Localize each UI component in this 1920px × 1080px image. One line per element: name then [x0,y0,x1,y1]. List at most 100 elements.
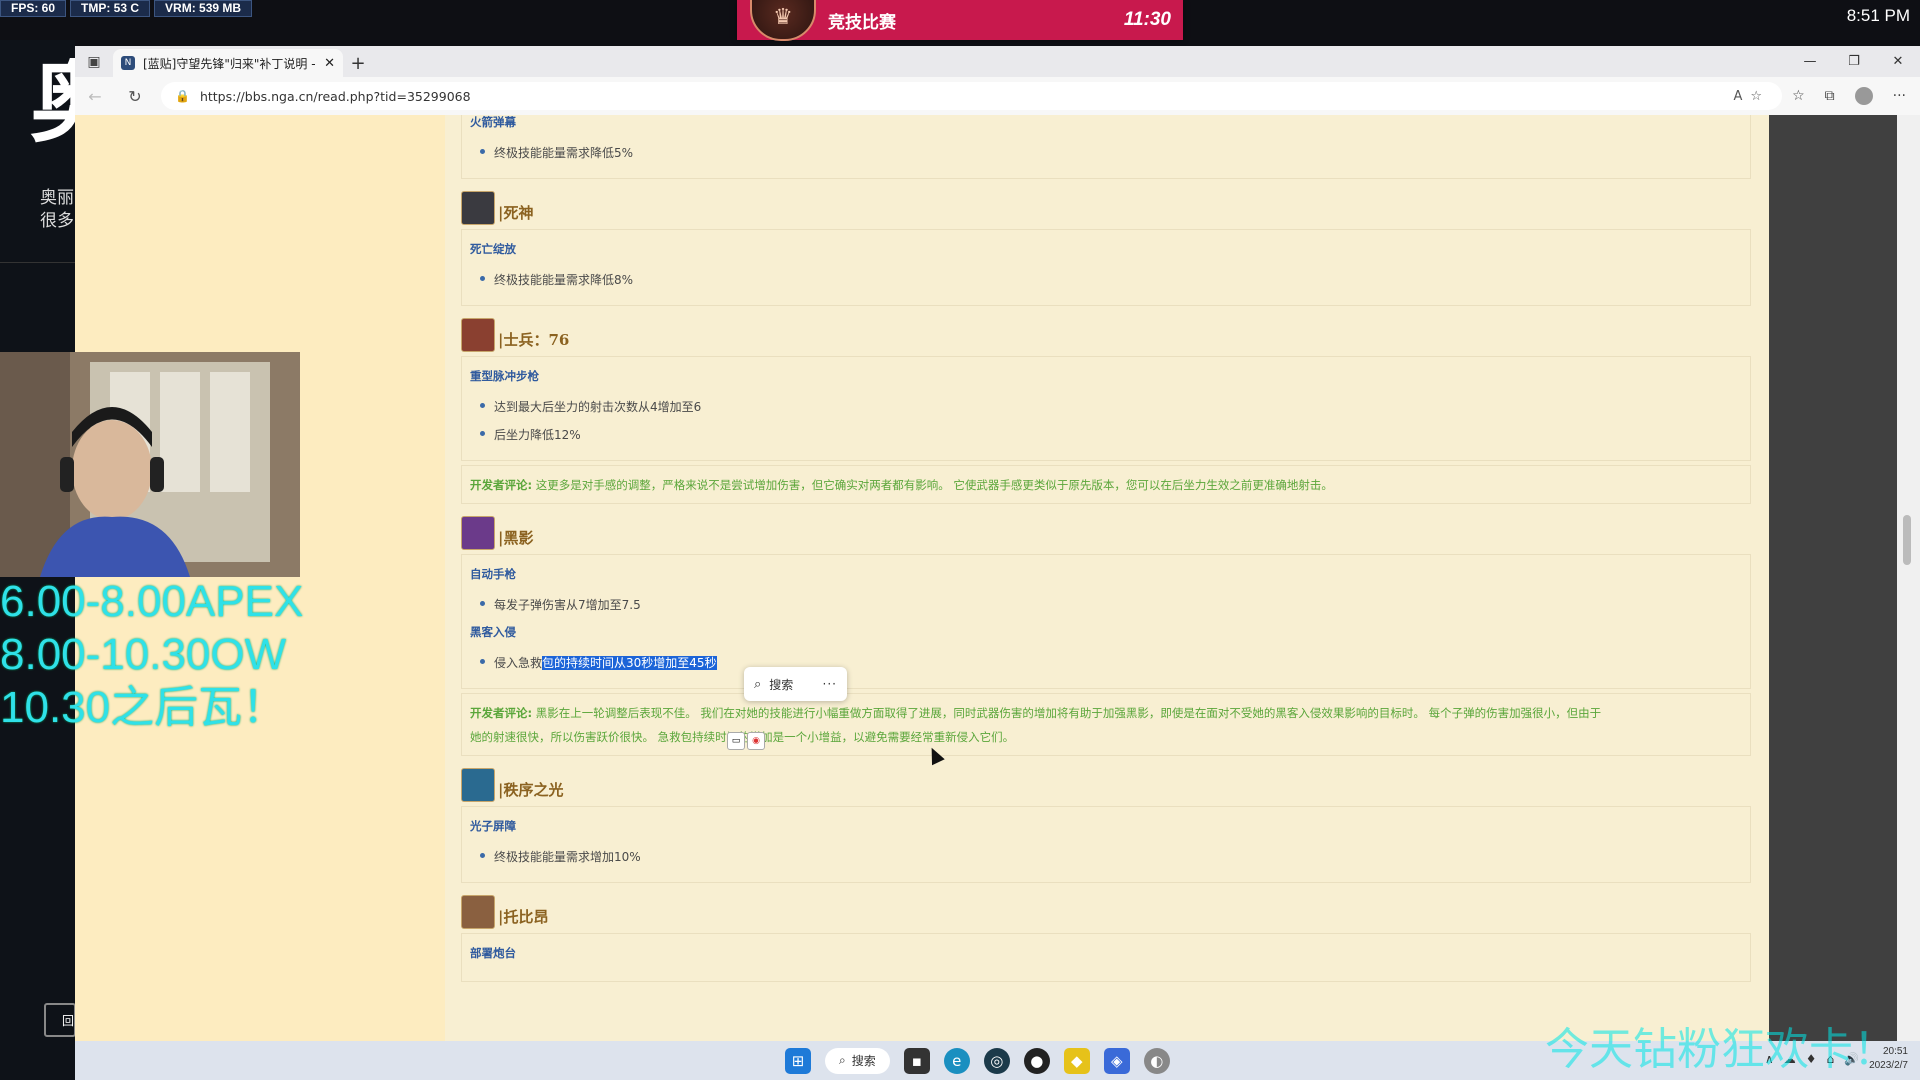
skill-name: 黑客入侵 [470,625,516,639]
schedule-line: 10.30之后瓦！ [0,683,287,732]
change-item: 达到最大后坐力的射击次数从4增加至6 [480,398,1742,415]
streamer-webcam [0,352,300,577]
hero-heading-reaper: |死神 [461,189,1751,225]
change-item: 终极技能能量需求降低5% [480,144,1742,161]
page-content: 火箭弹幕 终极技能能量需求降低5% |死神 死亡绽放 终极技能能量需求降低8% … [75,115,1920,1041]
tab-nga-thread[interactable]: N [蓝贴]守望先锋"归来"补丁说明 - ✕ [113,49,343,77]
dev-comment-text: 这更多是对手感的调整，严格来说不是尝试增加伤害，但它确实对两者都有影响。 它使武… [535,478,1333,492]
taskbar-apps: ⊞ ⌕ 搜索 ▪ e ◎ ● ◆ ◈ ◐ [785,1041,1170,1080]
tab-bar: ▣ N [蓝贴]守望先锋"归来"补丁说明 - ✕ + — ❐ ✕ [75,46,1920,77]
hero-heading-torbjorn: |托比昂 [461,893,1751,929]
skill-name: 火箭弹幕 [470,115,516,129]
fps-readout: FPS: 60 [0,0,67,17]
url-text: https://bbs.nga.cn/read.php?tid=35299068 [199,88,471,104]
selection-popup: ⌕ 搜索 ··· [744,667,847,701]
hero-portrait [461,318,495,352]
selected-text[interactable]: 包的持续时间从30秒增加至45秒 [542,656,717,670]
dev-comment: 开发者评论: 黑影在上一轮调整后表现不佳。 我们在对她的技能进行小幅重做方面取得… [461,693,1751,756]
start-menu-icon[interactable]: ⊞ [785,1047,811,1074]
skill-name: 光子屏障 [470,819,516,833]
search-icon[interactable]: ⌕ [754,677,761,692]
minimize-icon[interactable]: — [1788,46,1832,77]
app-icon[interactable]: ◆ [1063,1047,1090,1074]
hero-portrait [461,895,495,929]
dev-comment-label: 开发者评论: [470,706,533,720]
change-item: 终极技能能量需求降低8% [480,271,1742,288]
restore-icon[interactable]: ❐ [1832,46,1876,77]
refresh-icon[interactable]: ↻ [115,87,155,106]
browser-tools: ☆ ⧉ ··· [1792,87,1906,105]
tab-close-icon[interactable]: ✕ [324,56,335,71]
dev-comment-label: 开发者评论: [470,478,533,492]
vram-readout: VRM: 539 MB [154,0,253,17]
skill-box: 火箭弹幕 终极技能能量需求降低5% [461,115,1751,179]
stream-schedule: 6.00-8.00APEX 8.00-10.30OW 10.30之后瓦！ [0,575,303,734]
change-item: 后坐力降低12% [480,426,1742,443]
dev-comment: 开发者评论: 这更多是对手感的调整，严格来说不是尝试增加伤害，但它确实对两者都有… [461,465,1751,504]
skill-name: 部署炮台 [470,946,516,960]
change-item: 终极技能能量需求增加10% [480,848,1742,865]
task-view-icon[interactable]: ▪ [903,1047,930,1074]
address-bar[interactable]: 🔒 https://bbs.nga.cn/read.php?tid=352990… [161,82,1783,110]
skill-name: 重型脉冲步枪 [470,369,539,383]
popup-search-label[interactable]: 搜索 [769,676,793,693]
popup-more-icon[interactable]: ··· [823,677,837,691]
change-item[interactable]: 侵入急救包的持续时间从30秒增加至45秒 [480,654,1742,671]
overwatch-icon[interactable]: ◐ [1143,1047,1170,1074]
hero-name: |秩序之光 [498,781,564,799]
side-text-2: 很多 [40,211,74,231]
more-menu-icon[interactable]: ··· [1893,88,1906,104]
hero-name: |士兵：76 [498,331,570,349]
scrollbar-thumb[interactable] [1903,515,1911,565]
tab-title: [蓝贴]守望先锋"归来"补丁说明 - [143,56,316,71]
translate-mini-icon[interactable]: ▭ [727,732,745,750]
schedule-line: 6.00-8.00APEX [0,577,304,626]
skill-box: 自动手枪 每发子弹伤害从7增加至7.5 黑客入侵 侵入急救包的持续时间从30秒增… [461,554,1751,689]
skill-name: 自动手枪 [470,567,516,581]
skill-box: 死亡绽放 终极技能能量需求降低8% [461,229,1751,306]
side-logo-glyph: 奥 [30,58,75,168]
profile-avatar-icon[interactable] [1854,87,1873,105]
side-button[interactable]: 回 [44,1003,76,1037]
new-tab-icon[interactable]: + [343,49,373,77]
window-controls: — ❐ ✕ [1788,46,1920,77]
temp-readout: TMP: 53 C [70,0,151,17]
app-icon[interactable]: ◈ [1103,1047,1130,1074]
skill-name: 死亡绽放 [470,242,516,256]
competitive-banner: ♛ 竞技比赛 11:30 [737,0,1183,41]
change-text: 侵入急救 [494,656,543,670]
page-scrollbar[interactable] [1897,115,1920,1041]
favorites-icon[interactable]: ☆ [1792,88,1805,104]
tab-actions-icon[interactable]: ▣ [75,46,113,77]
hero-portrait [461,768,495,802]
back-icon[interactable]: ← [75,87,115,106]
close-window-icon[interactable]: ✕ [1876,46,1920,77]
hero-name: |死神 [498,204,534,222]
edge-browser-icon[interactable]: e [943,1047,970,1074]
hero-portrait [461,516,495,550]
competitive-label: 竞技比赛 [828,12,896,33]
perf-overlay: FPS: 60 TMP: 53 C VRM: 539 MB [0,0,253,17]
lock-icon[interactable]: 🔒 [175,89,190,103]
competitive-timer: 11:30 [1123,9,1171,30]
system-clock: 8:51 PM [1846,6,1910,25]
taskbar-search[interactable]: ⌕ 搜索 [825,1047,890,1074]
skill-box: 重型脉冲步枪 达到最大后坐力的射击次数从4增加至6 后坐力降低12% [461,356,1751,461]
search-icon: ⌕ [839,1053,846,1067]
hero-portrait [461,191,495,225]
page-right-margin [1769,115,1897,1041]
nga-favicon-icon: N [121,56,135,70]
collections-icon[interactable]: ⧉ [1825,88,1835,104]
article-body: 火箭弹幕 终极技能能量需求降低5% |死神 死亡绽放 终极技能能量需求降低8% … [445,115,1769,1041]
read-aloud-icon[interactable]: A☆ [1734,89,1771,104]
weibo-share-icon[interactable]: ◉ [747,732,765,750]
skill-box: 光子屏障 终极技能能量需求增加10% [461,806,1751,883]
dev-comment-text: 黑影在上一轮调整后表现不佳。 我们在对她的技能进行小幅重做方面取得了进展，同时武… [535,706,1602,720]
schedule-line: 8.00-10.30OW [0,630,287,679]
app-icon[interactable]: ◎ [983,1047,1010,1074]
hero-heading-soldier76: |士兵：76 [461,316,1751,352]
app-icon[interactable]: ● [1023,1047,1050,1074]
skill-box: 部署炮台 [461,933,1751,982]
hero-heading-baptiste: |秩序之光 [461,766,1751,802]
webcam-image [0,352,300,577]
